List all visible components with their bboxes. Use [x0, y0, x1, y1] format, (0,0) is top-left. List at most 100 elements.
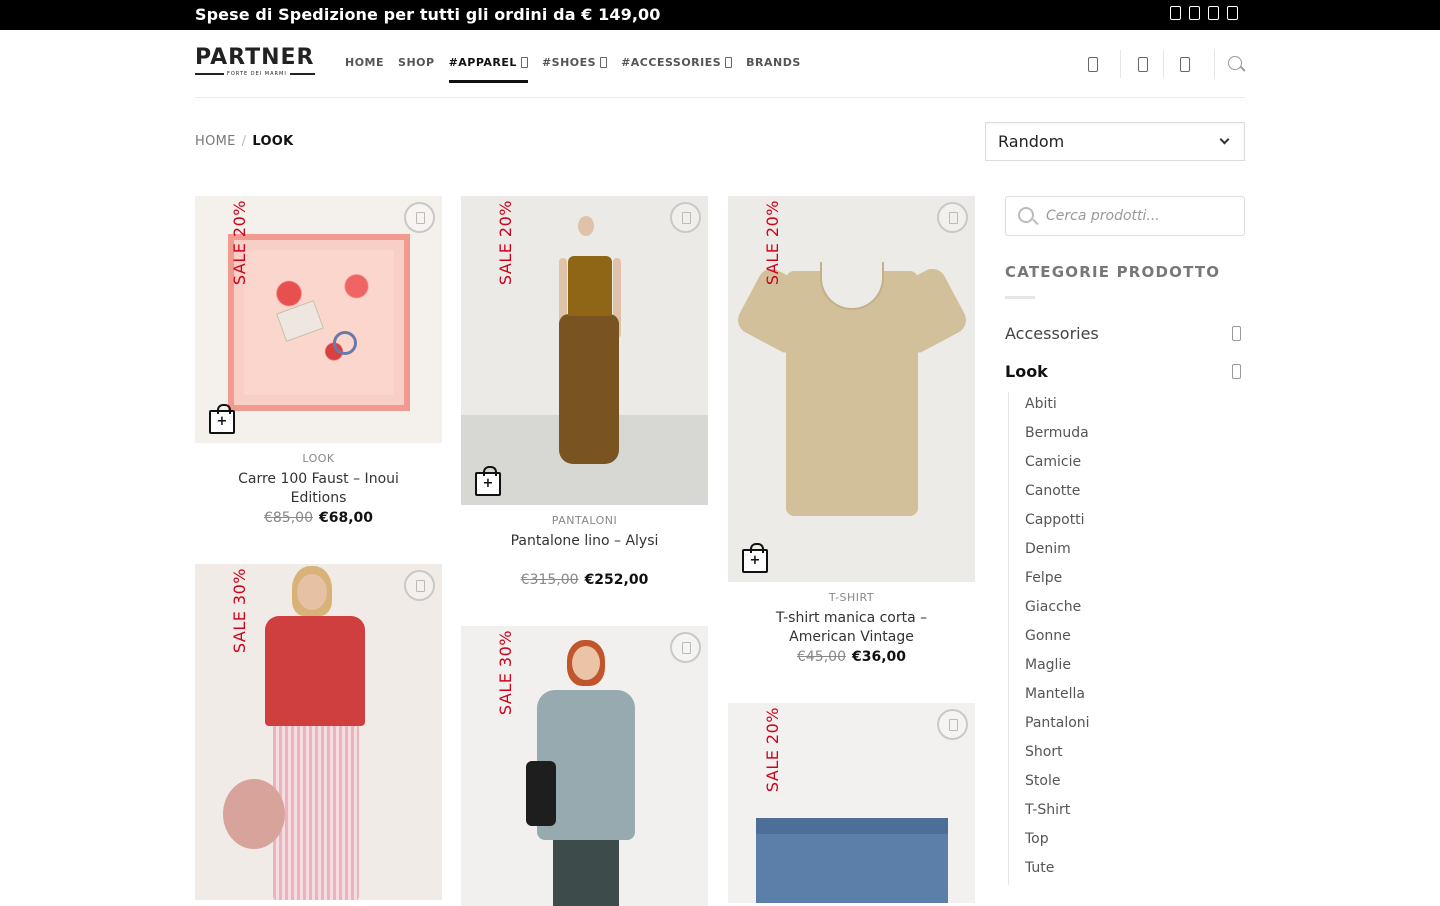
- search-placeholder: Cerca prodotti...: [1046, 208, 1160, 224]
- subcategory-maglie[interactable]: Maglie: [1009, 653, 1238, 682]
- model-figure: [526, 761, 556, 826]
- subcategory-denim[interactable]: Denim: [1009, 537, 1238, 566]
- product-card[interactable]: SALE 20% + T-SHIRT T-shirt manica corta …: [728, 196, 975, 665]
- top-bar: Spese di Spedizione per tutti gli ordini…: [0, 0, 1440, 30]
- instagram-icon[interactable]: [1189, 6, 1200, 20]
- chevron-up-icon[interactable]: [1232, 364, 1241, 379]
- divider: [1214, 50, 1215, 78]
- sale-price: €252,00: [584, 572, 649, 588]
- add-to-cart-button[interactable]: +: [209, 404, 235, 434]
- sidebar-title: CATEGORIE PRODOTTO: [1005, 263, 1221, 281]
- user-icon[interactable]: [1088, 57, 1098, 72]
- old-price: €85,00: [263, 510, 313, 526]
- product-category[interactable]: LOOK: [195, 452, 442, 465]
- add-to-cart-button[interactable]: +: [742, 543, 768, 573]
- product-category[interactable]: T-SHIRT: [728, 591, 975, 604]
- model-figure: [273, 722, 359, 900]
- breadcrumb-current: LOOK: [252, 134, 294, 149]
- nav-shop[interactable]: SHOP: [398, 56, 435, 82]
- subcategory-pantaloni[interactable]: Pantaloni: [1009, 711, 1238, 740]
- nav-shop-label: SHOP: [398, 56, 435, 69]
- sale-badge: SALE 20%: [496, 200, 515, 286]
- nav-brands[interactable]: BRANDS: [746, 56, 801, 82]
- site-logo[interactable]: PARTNER FORTE DEI MARMI: [195, 46, 315, 80]
- wishlist-icon[interactable]: [937, 709, 968, 740]
- wishlist-icon[interactable]: [937, 202, 968, 233]
- product-card[interactable]: SALE 20%: [728, 703, 975, 903]
- social-links: [1170, 6, 1238, 20]
- product-image[interactable]: SALE 20% +: [461, 196, 708, 505]
- product-name[interactable]: T-shirt manica corta – American Vintage: [728, 609, 975, 647]
- wishlist-icon[interactable]: [1138, 57, 1148, 72]
- site-header: PARTNER FORTE DEI MARMI HOME SHOP #APPAR…: [0, 30, 1440, 98]
- model-figure: [578, 216, 594, 236]
- subcategory-short[interactable]: Short: [1009, 740, 1238, 769]
- product-image[interactable]: SALE 20% +: [195, 196, 442, 443]
- model-figure: [553, 836, 619, 906]
- add-to-cart-button[interactable]: +: [475, 466, 501, 496]
- product-image[interactable]: SALE 20%: [728, 703, 975, 903]
- category-label: Accessories: [1005, 324, 1099, 343]
- sale-badge: SALE 20%: [763, 707, 782, 793]
- subcategory-cappotti[interactable]: Cappotti: [1009, 508, 1238, 537]
- chevron-down-icon[interactable]: [1232, 326, 1241, 341]
- product-card[interactable]: SALE 20% + LOOK Carre 100 Faust – Inoui …: [195, 196, 442, 526]
- product-meta: PANTALONI Pantalone lino – Alysi €315,00…: [461, 505, 708, 588]
- product-category[interactable]: PANTALONI: [461, 514, 708, 527]
- wishlist-icon[interactable]: [404, 570, 435, 601]
- product-image[interactable]: SALE 30%: [195, 564, 442, 900]
- category-look[interactable]: Look: [1005, 362, 1245, 381]
- subcategory-tshirt[interactable]: T-Shirt: [1009, 798, 1238, 827]
- nav-home-label: HOME: [345, 56, 385, 69]
- subcategory-tute[interactable]: Tute: [1009, 856, 1238, 885]
- category-accessories[interactable]: Accessories: [1005, 324, 1245, 343]
- chevron-down-icon: [520, 57, 528, 68]
- product-card[interactable]: SALE 20% + PANTALONI Pantalone lino – Al…: [461, 196, 708, 588]
- product-card[interactable]: SALE 30%: [461, 626, 708, 906]
- old-price: €315,00: [520, 572, 579, 588]
- subcategory-giacche[interactable]: Giacche: [1009, 595, 1238, 624]
- wishlist-icon[interactable]: [670, 202, 701, 233]
- subcategory-felpe[interactable]: Felpe: [1009, 566, 1238, 595]
- phone-icon[interactable]: [1227, 6, 1238, 20]
- nav-shoes-label: #SHOES: [541, 56, 597, 69]
- product-card[interactable]: SALE 30%: [195, 564, 442, 900]
- model-figure: [223, 779, 285, 849]
- wishlist-icon[interactable]: [670, 632, 701, 663]
- subcategory-abiti[interactable]: Abiti: [1009, 392, 1238, 421]
- subcategory-gonne[interactable]: Gonne: [1009, 624, 1238, 653]
- subcategory-canotte[interactable]: Canotte: [1009, 479, 1238, 508]
- subcategory-mantella[interactable]: Mantella: [1009, 682, 1238, 711]
- nav-accessories[interactable]: #ACCESSORIES: [621, 56, 733, 82]
- sale-price: €36,00: [851, 649, 907, 665]
- breadcrumb-home[interactable]: HOME: [195, 134, 236, 149]
- product-name[interactable]: Pantalone lino – Alysi: [461, 532, 708, 570]
- subcategory-stole[interactable]: Stole: [1009, 769, 1238, 798]
- chevron-down-icon: [725, 57, 733, 68]
- nav-brands-label: BRANDS: [746, 56, 801, 69]
- nav-home[interactable]: HOME: [345, 56, 384, 82]
- main-nav: HOME SHOP #APPAREL #SHOES #ACCESSORIES B…: [345, 56, 815, 83]
- product-image[interactable]: SALE 20% +: [728, 196, 975, 582]
- cart-icon[interactable]: [1180, 57, 1190, 72]
- wishlist-icon[interactable]: [404, 202, 435, 233]
- scarf-print-detail: [333, 331, 357, 355]
- subcategory-camicie[interactable]: Camicie: [1009, 450, 1238, 479]
- sort-select[interactable]: Random: [985, 122, 1245, 161]
- search-icon: [1018, 207, 1034, 223]
- subcategory-top[interactable]: Top: [1009, 827, 1238, 856]
- product-image[interactable]: SALE 30%: [461, 626, 708, 906]
- nav-shoes[interactable]: #SHOES: [541, 56, 608, 82]
- jeans-artwork: [756, 818, 948, 834]
- search-icon[interactable]: [1228, 56, 1242, 70]
- product-meta: LOOK Carre 100 Faust – Inoui Editions €8…: [195, 443, 442, 526]
- nav-apparel[interactable]: #APPAREL: [448, 56, 529, 83]
- product-search-input[interactable]: Cerca prodotti...: [1005, 196, 1245, 236]
- category-label: Look: [1005, 362, 1048, 381]
- model-figure: [572, 646, 600, 680]
- subcategory-bermuda[interactable]: Bermuda: [1009, 421, 1238, 450]
- email-icon[interactable]: [1208, 6, 1219, 20]
- facebook-icon[interactable]: [1170, 6, 1181, 20]
- old-price: €45,00: [796, 649, 846, 665]
- product-name[interactable]: Carre 100 Faust – Inoui Editions: [195, 470, 442, 508]
